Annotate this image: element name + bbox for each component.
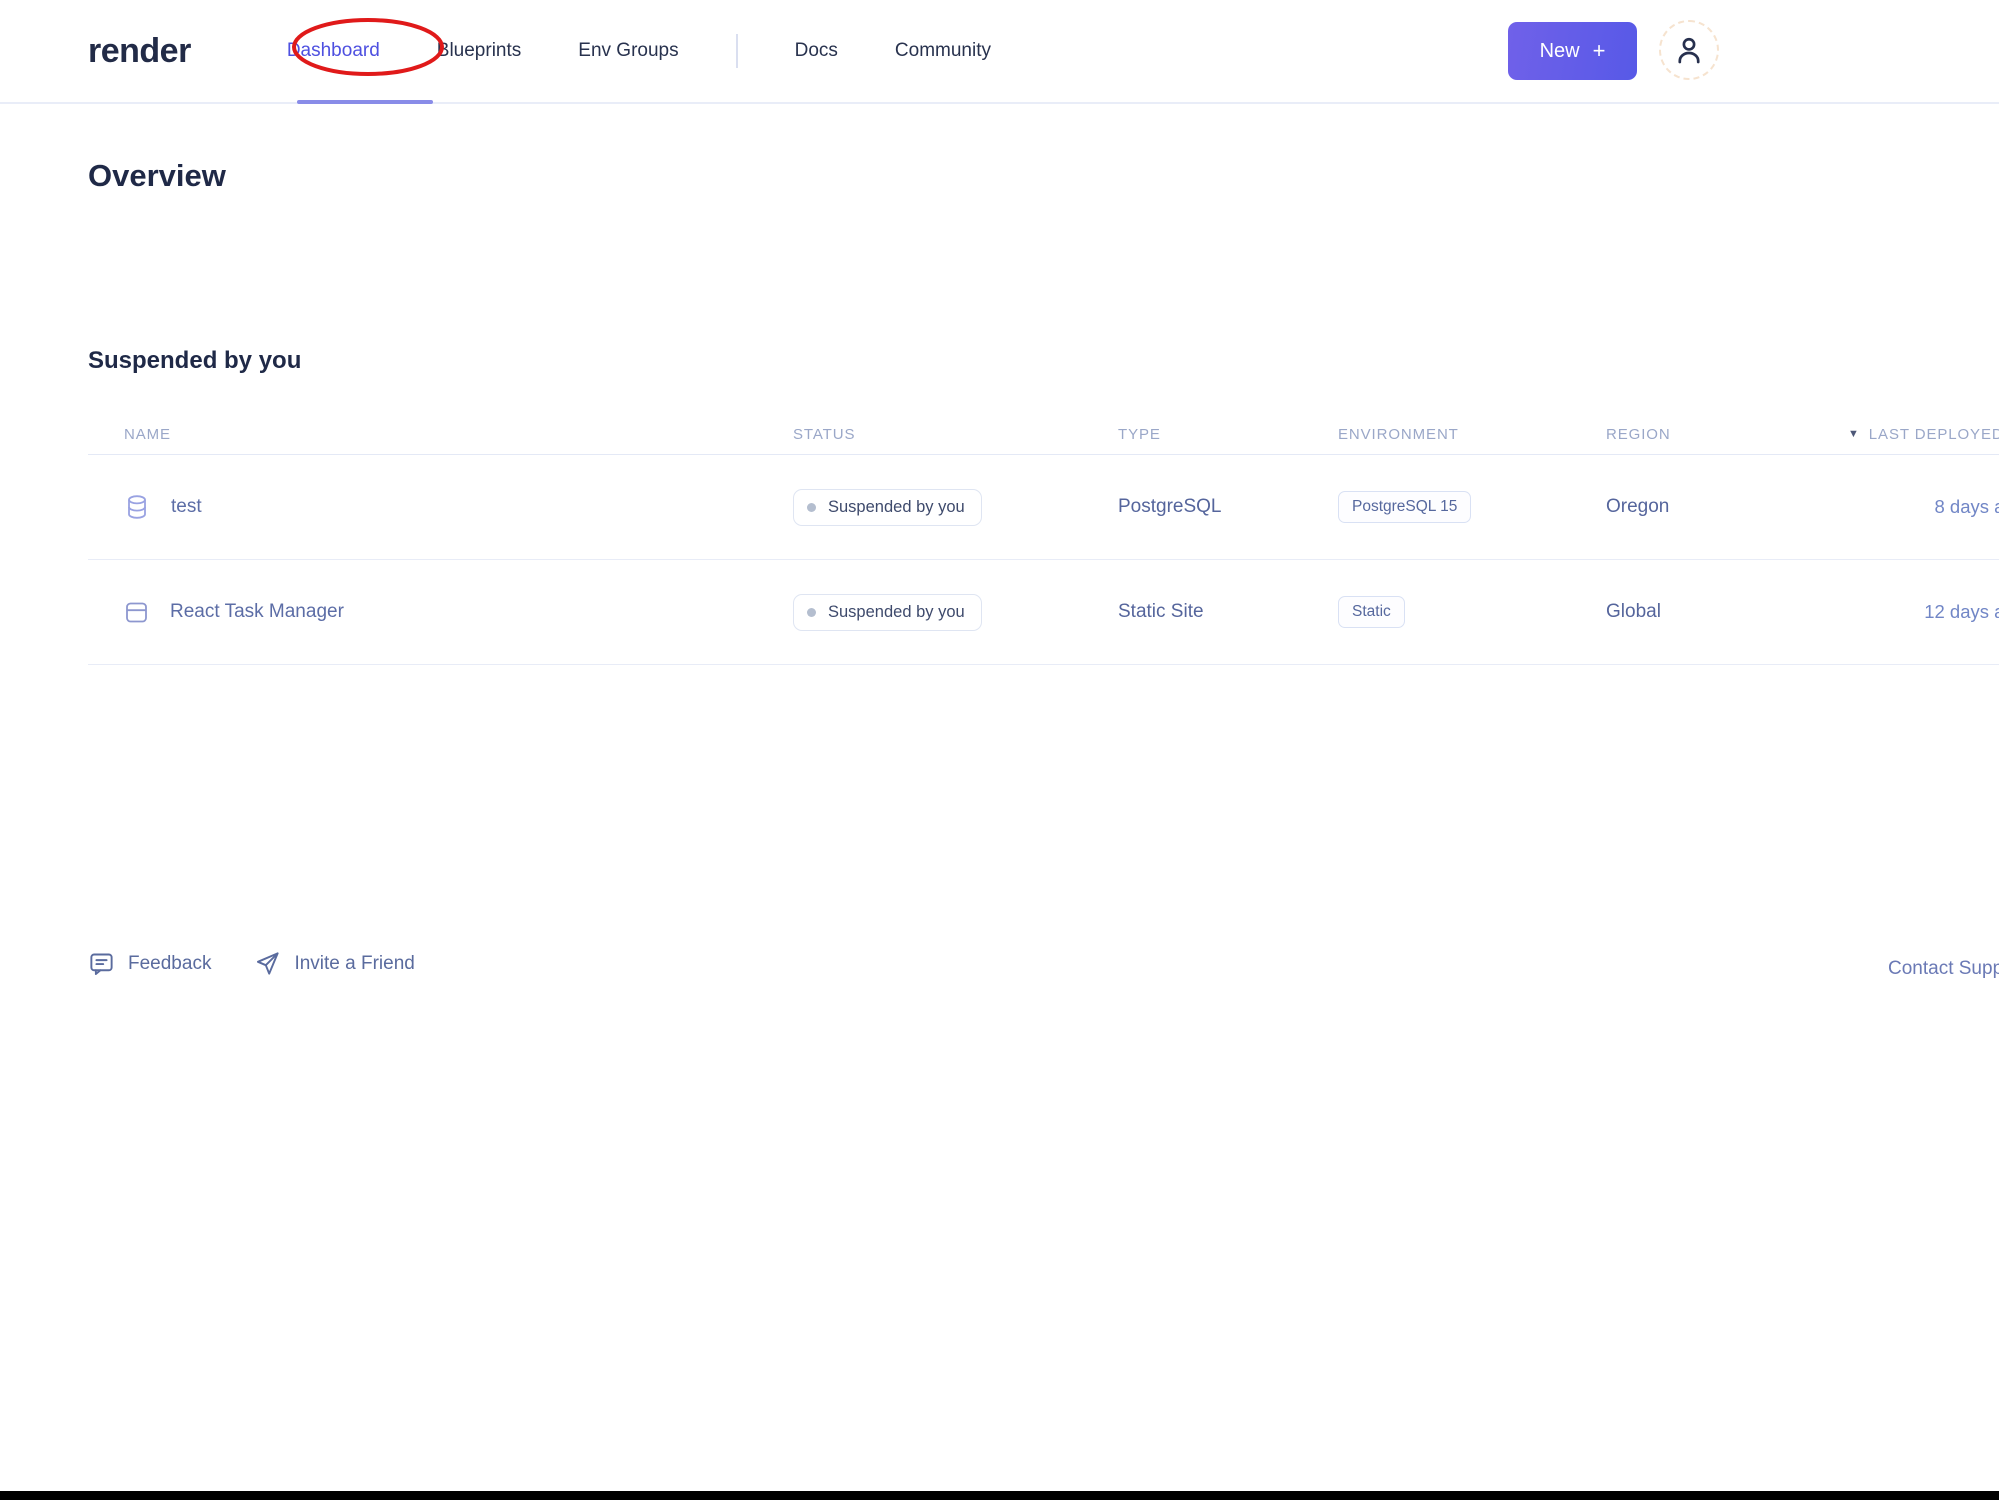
footer-links: Feedback Invite a Friend (88, 950, 415, 977)
render-logo[interactable]: render (88, 32, 191, 71)
feedback-label: Feedback (128, 952, 212, 974)
invite-friend-link[interactable]: Invite a Friend (254, 950, 415, 977)
section-title: Suspended by you (88, 347, 302, 374)
feedback-link[interactable]: Feedback (88, 950, 211, 977)
table-row[interactable]: test Suspended by you PostgreSQL Postgre… (88, 455, 1999, 560)
database-icon (124, 493, 150, 521)
user-icon (1672, 33, 1706, 67)
feedback-bubble-icon (88, 950, 115, 977)
nav-item-dashboard[interactable]: Dashboard (287, 40, 380, 62)
service-name-link[interactable]: React Task Manager (170, 601, 344, 623)
status-text: Suspended by you (828, 497, 965, 516)
column-header-region: REGION (1606, 426, 1671, 443)
status-badge: Suspended by you (793, 488, 982, 526)
service-name-link[interactable]: test (171, 496, 202, 518)
services-table: NAME STATUS TYPE ENVIRONMENT REGION ▼ LA… (88, 408, 1999, 665)
nav-item-env-groups[interactable]: Env Groups (578, 40, 678, 62)
type-cell: PostgreSQL (1118, 496, 1222, 517)
paper-plane-icon (254, 950, 281, 977)
nav-item-community[interactable]: Community (895, 40, 991, 62)
nav-item-docs[interactable]: Docs (795, 40, 838, 62)
page-title: Overview (88, 158, 226, 193)
column-header-type: TYPE (1118, 426, 1161, 443)
invite-label: Invite a Friend (294, 952, 415, 974)
sort-descending-icon: ▼ (1848, 428, 1860, 440)
region-cell: Global (1606, 601, 1661, 622)
render-dashboard-page: render Dashboard Blueprints Env Groups D… (0, 0, 1999, 1500)
table-header-row: NAME STATUS TYPE ENVIRONMENT REGION ▼ LA… (88, 408, 1999, 455)
environment-badge: Static (1338, 596, 1405, 628)
name-cell: React Task Manager (88, 600, 793, 625)
last-deployed-label: LAST DEPLOYED (1868, 426, 1999, 443)
region-cell: Oregon (1606, 496, 1670, 517)
account-menu-button[interactable] (1659, 20, 1719, 80)
environment-badge: PostgreSQL 15 (1338, 491, 1472, 523)
status-badge: Suspended by you (793, 593, 982, 631)
active-tab-underline (297, 100, 433, 104)
column-header-status: STATUS (793, 426, 856, 443)
new-button-label: New (1539, 39, 1580, 62)
column-header-last-deployed[interactable]: ▼ LAST DEPLOYED (1845, 426, 1999, 443)
last-deploy-cell: 12 days ago (1924, 601, 1999, 622)
nav-item-blueprints[interactable]: Blueprints (437, 40, 522, 62)
name-cell: test (88, 493, 793, 521)
status-dot-icon (807, 502, 816, 512)
status-text: Suspended by you (828, 602, 965, 621)
type-cell: Static Site (1118, 601, 1204, 622)
plus-icon: + (1592, 38, 1606, 63)
bottom-black-bar (0, 1491, 1999, 1500)
table-row[interactable]: React Task Manager Suspended by you Stat… (88, 560, 1999, 665)
status-dot-icon (807, 607, 816, 617)
contact-support-link[interactable]: Contact Support (1888, 958, 1999, 980)
new-button[interactable]: New + (1508, 22, 1637, 80)
primary-nav: Dashboard Blueprints Env Groups Docs Com… (287, 34, 991, 68)
static-site-icon (124, 600, 149, 625)
column-header-name: NAME (124, 426, 171, 443)
last-deploy-cell: 8 days ago (1934, 496, 1999, 517)
nav-divider (735, 34, 738, 68)
column-header-environment: ENVIRONMENT (1338, 426, 1459, 443)
